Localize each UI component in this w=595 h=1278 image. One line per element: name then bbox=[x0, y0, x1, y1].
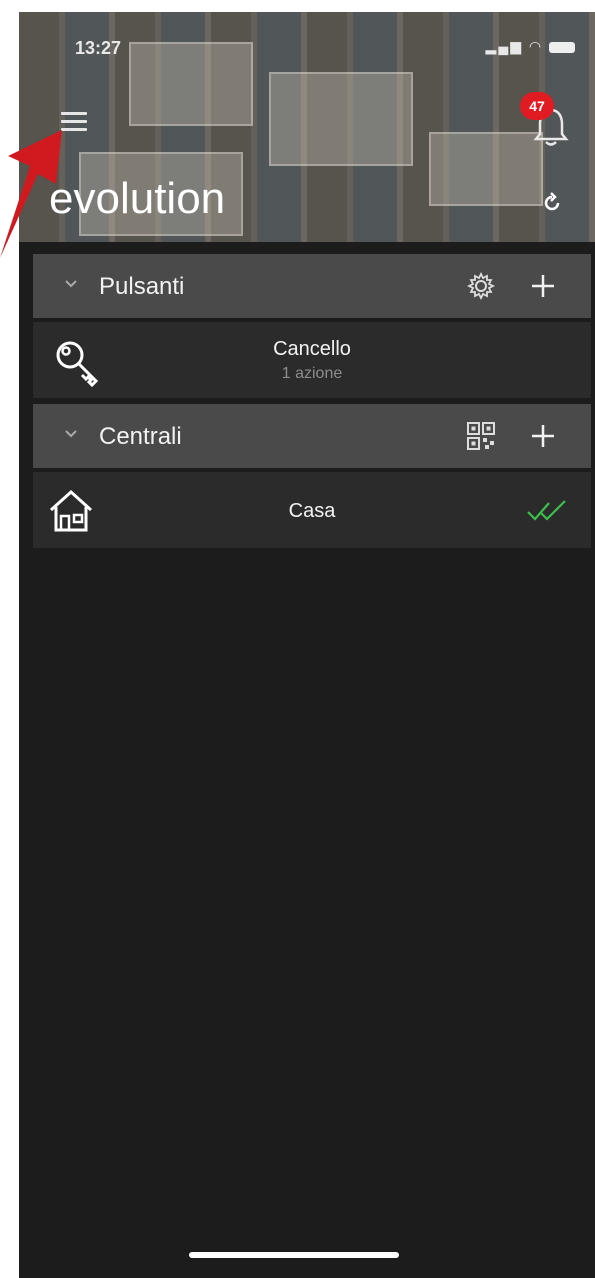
item-name: Casa bbox=[288, 500, 336, 522]
battery-icon bbox=[549, 41, 575, 53]
home-indicator[interactable] bbox=[189, 1252, 399, 1258]
floorplan-room bbox=[269, 72, 413, 166]
chevron-down-icon[interactable] bbox=[63, 426, 79, 442]
section-header-centrali[interactable]: Centrali bbox=[33, 404, 591, 468]
double-check-icon bbox=[527, 500, 566, 521]
annotation-arrow-icon bbox=[0, 130, 62, 258]
list-item-cancello[interactable]: Cancello 1 azione bbox=[33, 322, 591, 398]
plus-icon[interactable] bbox=[527, 270, 559, 302]
item-subtitle: 1 azione bbox=[281, 365, 343, 382]
gear-icon[interactable] bbox=[465, 270, 497, 302]
refresh-icon[interactable] bbox=[539, 190, 565, 216]
plus-icon[interactable] bbox=[527, 420, 559, 452]
floorplan-room bbox=[129, 42, 253, 126]
floorplan-room bbox=[429, 132, 543, 206]
status-time: 13:27 bbox=[75, 38, 122, 58]
section-label: Pulsanti bbox=[99, 273, 185, 300]
app-screen: 13:27 ▂▄▆ ◠ 47 evolution Pulsanti Cancel… bbox=[19, 12, 595, 1278]
notification-badge[interactable]: 47 bbox=[520, 92, 554, 120]
chevron-down-icon[interactable] bbox=[63, 276, 79, 292]
list-item-casa[interactable]: Casa bbox=[33, 472, 591, 548]
status-icons: ▂▄▆ ◠ bbox=[486, 38, 575, 55]
item-name: Cancello bbox=[273, 338, 351, 360]
wifi-icon: ◠ bbox=[528, 38, 544, 54]
section-header-pulsanti[interactable]: Pulsanti bbox=[33, 254, 591, 318]
section-label: Centrali bbox=[99, 423, 182, 450]
signal-icon: ▂▄▆ bbox=[485, 38, 523, 54]
qr-code-icon[interactable] bbox=[465, 420, 497, 452]
